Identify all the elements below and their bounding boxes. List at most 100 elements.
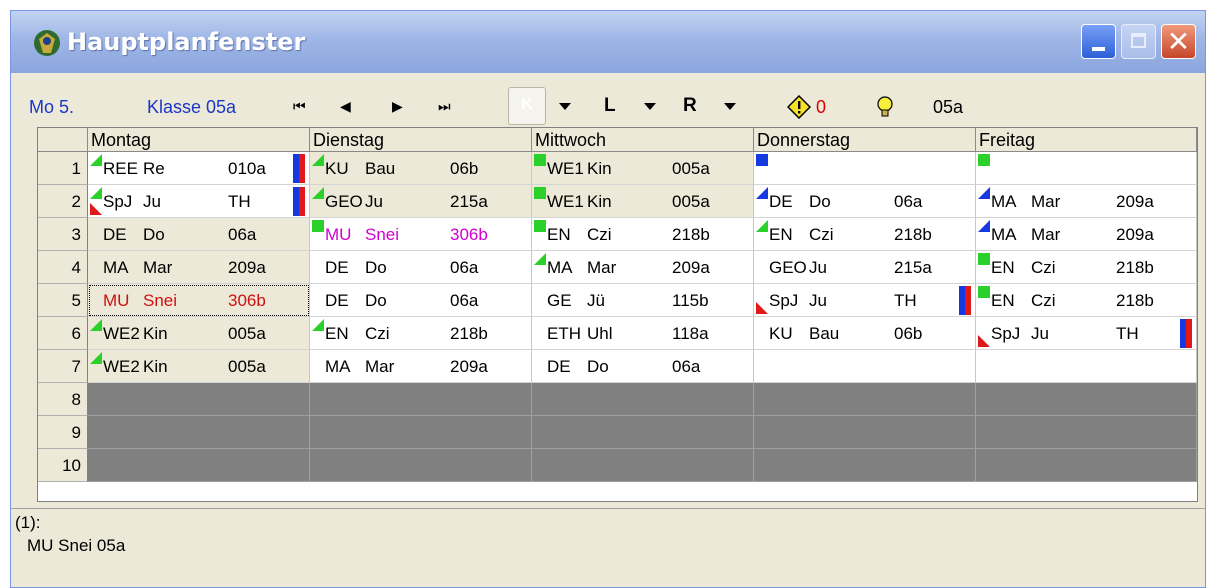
l-button[interactable]: L bbox=[604, 95, 616, 117]
lesson-subject: EN bbox=[991, 258, 1015, 277]
lesson-room: 06a bbox=[672, 357, 701, 376]
r-dropdown-icon[interactable] bbox=[724, 103, 736, 110]
window-title: Hauptplanfenster bbox=[67, 28, 306, 56]
lesson-cell[interactable]: EN Czi 218b bbox=[976, 284, 1197, 317]
lesson-teacher: Re bbox=[143, 159, 165, 178]
lesson-cell[interactable]: MA Mar 209a bbox=[976, 218, 1197, 251]
lesson-cell[interactable]: MU Snei 306b bbox=[88, 284, 310, 317]
lesson-cell[interactable]: MA Mar 209a bbox=[88, 251, 310, 284]
lesson-cell[interactable] bbox=[754, 383, 976, 416]
lesson-cell[interactable] bbox=[310, 383, 532, 416]
lesson-room: 06a bbox=[450, 291, 479, 310]
lesson-cell[interactable]: DE Do 06a bbox=[532, 350, 754, 383]
lesson-room: 306b bbox=[228, 291, 266, 310]
lesson-cell[interactable]: DE Do 06a bbox=[310, 251, 532, 284]
lesson-marker-icon bbox=[90, 187, 102, 199]
lesson-cell[interactable]: KU Bau 06b bbox=[310, 152, 532, 185]
lesson-cell[interactable]: WE2 Kin 005a bbox=[88, 317, 310, 350]
lesson-cell[interactable]: WE2 Kin 005a bbox=[88, 350, 310, 383]
lesson-cell[interactable] bbox=[88, 383, 310, 416]
period-label: 7 bbox=[38, 350, 88, 383]
lesson-cell[interactable]: GEO Ju 215a bbox=[754, 251, 976, 284]
lesson-room: 209a bbox=[1116, 192, 1154, 211]
lesson-subject: EN bbox=[325, 324, 349, 343]
lesson-cell[interactable] bbox=[976, 350, 1197, 383]
minimize-button[interactable] bbox=[1081, 24, 1116, 59]
warning-icon[interactable] bbox=[787, 95, 811, 119]
title-bar[interactable]: Hauptplanfenster ✕ bbox=[11, 11, 1205, 73]
lesson-cell[interactable]: SpJ Ju TH bbox=[754, 284, 976, 317]
lesson-room: 06b bbox=[450, 159, 479, 178]
period-label: 10 bbox=[38, 449, 88, 482]
lesson-marker-icon bbox=[756, 187, 768, 199]
k-dropdown-icon[interactable] bbox=[559, 103, 571, 110]
lesson-cell[interactable] bbox=[976, 152, 1197, 185]
l-dropdown-icon[interactable] bbox=[644, 103, 656, 110]
lesson-cell[interactable] bbox=[754, 449, 976, 482]
lesson-cell[interactable] bbox=[754, 152, 976, 185]
maximize-button[interactable] bbox=[1121, 24, 1156, 59]
lesson-cell[interactable] bbox=[976, 416, 1197, 449]
class-label[interactable]: Klasse 05a bbox=[147, 97, 236, 118]
lesson-subject: DE bbox=[769, 192, 793, 211]
lesson-cell[interactable]: MA Mar 209a bbox=[310, 350, 532, 383]
lesson-cell[interactable] bbox=[88, 416, 310, 449]
k-button[interactable]: K bbox=[508, 87, 546, 125]
lesson-square-icon bbox=[534, 187, 546, 199]
lesson-cell[interactable] bbox=[976, 449, 1197, 482]
lesson-cell[interactable]: EN Czi 218b bbox=[754, 218, 976, 251]
lesson-cell[interactable] bbox=[532, 416, 754, 449]
toolbar: Mo 5. Klasse 05a ⏮ ◀ ▶ ⏭ K L R 0 05a bbox=[11, 73, 1205, 131]
lesson-teacher: Czi bbox=[587, 225, 612, 244]
lesson-cell[interactable]: EN Czi 218b bbox=[310, 317, 532, 350]
first-icon[interactable]: ⏮ bbox=[293, 99, 306, 115]
lesson-cell[interactable] bbox=[532, 449, 754, 482]
lesson-cell[interactable] bbox=[754, 350, 976, 383]
lesson-cell[interactable] bbox=[754, 416, 976, 449]
lesson-cell[interactable]: GE Jü 115b bbox=[532, 284, 754, 317]
lesson-room: 06a bbox=[894, 192, 923, 211]
prev-icon[interactable]: ◀ bbox=[340, 99, 351, 115]
lesson-cell[interactable]: MA Mar 209a bbox=[976, 185, 1197, 218]
corner-header bbox=[38, 128, 88, 152]
lesson-room: 218b bbox=[672, 225, 710, 244]
lesson-cell[interactable] bbox=[976, 383, 1197, 416]
lesson-cell[interactable]: DE Do 06a bbox=[754, 185, 976, 218]
lesson-cell[interactable]: EN Czi 218b bbox=[976, 251, 1197, 284]
lesson-subject: MU bbox=[103, 291, 130, 310]
minimize-icon bbox=[1092, 47, 1105, 51]
lesson-cell[interactable]: WE1 Kin 005a bbox=[532, 152, 754, 185]
lesson-cell[interactable]: ETH Uhl 118a bbox=[532, 317, 754, 350]
lesson-cell[interactable]: DE Do 06a bbox=[310, 284, 532, 317]
next-icon[interactable]: ▶ bbox=[392, 99, 403, 115]
period-label: 4 bbox=[38, 251, 88, 284]
lesson-cell[interactable] bbox=[310, 416, 532, 449]
day-label[interactable]: Mo 5. bbox=[29, 97, 74, 118]
lightbulb-icon[interactable] bbox=[875, 95, 895, 119]
last-icon[interactable]: ⏭ bbox=[438, 99, 451, 115]
close-button[interactable]: ✕ bbox=[1161, 24, 1196, 59]
lesson-cell[interactable]: MU Snei 306b bbox=[310, 218, 532, 251]
lesson-cell[interactable] bbox=[532, 383, 754, 416]
lesson-cell[interactable]: EN Czi 218b bbox=[532, 218, 754, 251]
lesson-cell[interactable]: MA Mar 209a bbox=[532, 251, 754, 284]
lesson-teacher: Czi bbox=[809, 225, 834, 244]
lesson-room: 209a bbox=[1116, 225, 1154, 244]
lesson-subject: SpJ bbox=[991, 324, 1021, 343]
lesson-cell[interactable]: WE1 Kin 005a bbox=[532, 185, 754, 218]
r-button[interactable]: R bbox=[683, 95, 697, 117]
lesson-cell[interactable]: KU Bau 06b bbox=[754, 317, 976, 350]
lesson-cell[interactable]: SpJ Ju TH bbox=[88, 185, 310, 218]
lesson-square-icon bbox=[978, 253, 990, 265]
lesson-cell[interactable]: DE Do 06a bbox=[88, 218, 310, 251]
lesson-cell[interactable]: REE Re 010a bbox=[88, 152, 310, 185]
lesson-cell[interactable]: GEO Ju 215a bbox=[310, 185, 532, 218]
lesson-teacher: Ju bbox=[809, 258, 827, 277]
lesson-cell[interactable] bbox=[310, 449, 532, 482]
lesson-teacher: Kin bbox=[143, 357, 168, 376]
lesson-cell[interactable]: SpJ Ju TH bbox=[976, 317, 1197, 350]
lesson-room: TH bbox=[228, 192, 251, 211]
lesson-square-icon bbox=[978, 286, 990, 298]
lesson-cell[interactable] bbox=[88, 449, 310, 482]
day-header: Montag bbox=[88, 128, 310, 152]
